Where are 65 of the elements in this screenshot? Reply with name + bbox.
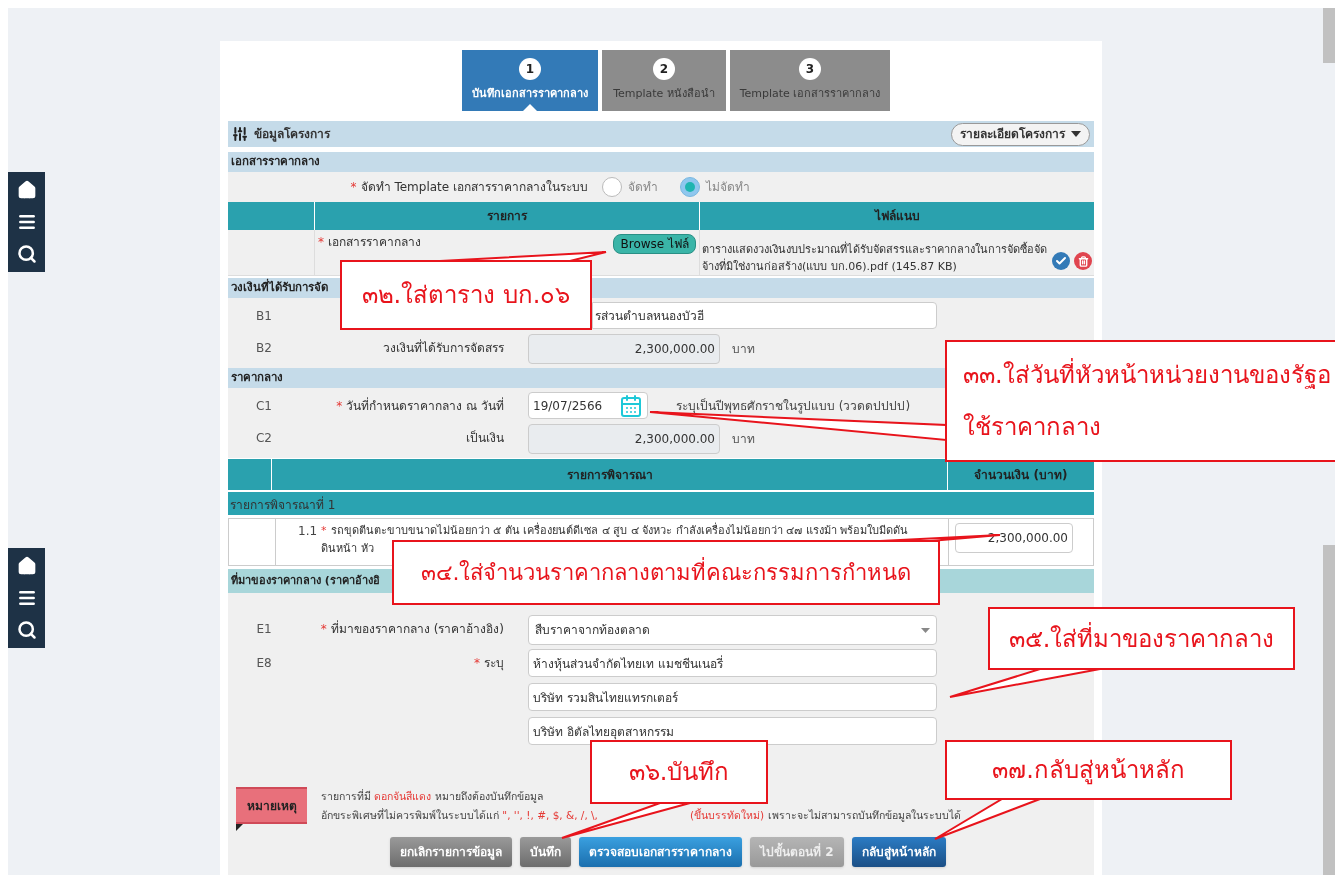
- item-description-line: * รถขุดตีนตะขาบขนาดไม่น้อยกว่า ๕ ตัน เครื่องยนต์ดีเซล ๔ สูบ ๔ จังหวะ กำลังเครื่องไม่น้อยกว่า ๔๗ แรงม้า พร้อมใบมีดดัน: [321, 522, 909, 539]
- browse-file-button[interactable]: Browse ไฟล์: [613, 234, 696, 254]
- search-icon[interactable]: [16, 244, 37, 264]
- radio-label: จัดทำ: [628, 179, 658, 196]
- menu-icon[interactable]: [16, 212, 37, 232]
- section-header: เอกสารราคากลาง: [228, 152, 1094, 172]
- action-button[interactable]: บันทึก: [520, 837, 571, 867]
- field-label: * ระบุ: [474, 656, 504, 670]
- unit-label: บาท: [732, 431, 755, 448]
- project-title: ข้อมูลโครงการ: [254, 126, 330, 143]
- field-label: * ที่มาของราคากลาง (ราคาอ้างอิง): [320, 622, 504, 636]
- field-label: เป็นเงิน: [466, 431, 504, 445]
- tab-pointer: [523, 104, 537, 111]
- note-text: อักขระพิเศษที่ไม่ควรพิมพ์ในระบบได้แก่ ", '', !, #, $, &, /, \,: [321, 807, 598, 823]
- date-hint: ระบุเป็นปีพุทธศักราชในรูปแบบ (ววดดปปปป): [676, 397, 911, 415]
- step-tab[interactable]: 3 Template เอกสารราคากลาง: [730, 50, 890, 111]
- callout: ๓๓.ใส่วันที่หัวหน้าหน่วยงานของรัฐอ ใช้ราคากลาง: [945, 340, 1335, 462]
- caret-icon: [1071, 131, 1081, 137]
- field-label: * วันที่กำหนดราคากลาง ณ วันที่: [336, 399, 504, 413]
- field-code: E1: [255, 621, 273, 638]
- field-code: B1: [255, 308, 273, 325]
- attached-file-name[interactable]: ตารางแสดงวงเงินงบประมาณที่ได้รับจัดสรรและราคากลางในการจัดซื้อจัดจ้างที่มิใช่งานก่อสร้าง(แบบ บก.06).pdf (145.87 KB): [702, 241, 1048, 275]
- column-header: ไฟล์แนบ: [873, 208, 921, 225]
- text-field[interactable]: ห้างหุ้นส่วนจำกัดไทยเท แมชชีนเนอรี่: [528, 649, 937, 677]
- delete-icon[interactable]: [1074, 252, 1092, 270]
- item-number: 1.1: [298, 523, 318, 540]
- sliders-icon: [232, 126, 248, 142]
- group-row: รายการพิจารณาที่ 1: [228, 492, 1094, 515]
- text-field[interactable]: บริษัท รวมสินไทยแทรกเตอร์: [528, 683, 937, 711]
- unit-label: บาท: [732, 341, 755, 358]
- action-button[interactable]: กลับสู่หน้าหลัก: [851, 837, 946, 867]
- home-icon[interactable]: [16, 556, 37, 576]
- action-button[interactable]: ตรวจสอบเอกสารราคากลาง: [579, 837, 742, 867]
- text-field[interactable]: รส่วนตำบลหนองบัวฮี: [592, 302, 937, 329]
- field-label: วงเงินที่ได้รับการจัดสรร: [383, 341, 504, 355]
- field-code: B2: [255, 340, 273, 357]
- menu-icon[interactable]: [16, 588, 37, 608]
- date-field[interactable]: 19/07/2566: [528, 392, 648, 419]
- step-number: 1: [519, 58, 541, 80]
- note-tag: หมายเหตุ: [236, 787, 307, 824]
- action-button[interactable]: ยกเลิกรายการข้อมูล: [390, 837, 512, 867]
- radio-button[interactable]: [602, 177, 622, 197]
- step-number: 2: [653, 58, 675, 80]
- note-text: รายการที่มี ดอกจันสีแดง หมายถึงต้องบันทึกข้อมูล: [321, 788, 544, 805]
- step-tab[interactable]: 2 Template หนังสือนำ: [602, 50, 726, 111]
- field-label: * จัดทำ Template เอกสารราคากลางในระบบ: [349, 179, 589, 196]
- confirm-icon[interactable]: [1052, 252, 1070, 270]
- source-select[interactable]: สืบราคาจากท้องตลาด: [528, 615, 937, 645]
- step-number: 3: [799, 58, 821, 80]
- project-details-dropdown[interactable]: รายละเอียดโครงการ: [951, 122, 1090, 146]
- field-code: C1: [255, 398, 273, 415]
- field-label: * เอกสารราคากลาง: [318, 234, 421, 251]
- radio-button[interactable]: [680, 177, 700, 197]
- search-icon[interactable]: [16, 620, 37, 640]
- radio-label: ไม่จัดทำ: [706, 179, 750, 196]
- field-code: C2: [255, 430, 273, 447]
- home-icon[interactable]: [16, 180, 37, 200]
- note-text: (ขึ้นบรรทัดใหม่) เพราะจะไม่สามารถบันทึกข้อมูลในระบบได้: [689, 807, 961, 824]
- step-tab[interactable]: 1 บันทึกเอกสารราคากลาง: [462, 50, 598, 111]
- column-header: จำนวนเงิน (บาท): [973, 466, 1069, 484]
- item-description-line: ดินหน้า หัว: [321, 541, 374, 557]
- caret-icon: [921, 627, 930, 633]
- text-field[interactable]: บริษัท อิตัลไทยอุตสาหกรรม: [528, 717, 937, 745]
- scrollbar-thumb: [1323, 8, 1335, 63]
- field-code: E8: [255, 655, 273, 672]
